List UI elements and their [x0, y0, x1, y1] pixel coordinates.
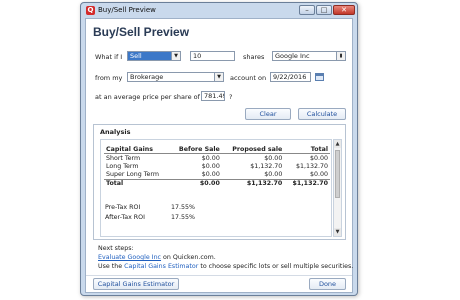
table-cell: $0.00	[169, 178, 222, 188]
window-title: Buy/Sell Preview	[98, 6, 156, 14]
table-row: Super Long Term $0.00 $0.00 $0.00	[104, 171, 330, 180]
table-cell: $0.00	[201, 154, 220, 162]
evaluate-security-link[interactable]: Evaluate Google Inc	[98, 254, 161, 261]
what-if-label: What if I	[95, 53, 123, 61]
column-header: Proposed sale	[221, 145, 285, 154]
close-button[interactable]: ✕	[333, 5, 355, 15]
page-title: Buy/Sell Preview	[93, 25, 190, 39]
security-selected-value: Google Inc	[273, 52, 337, 60]
next-steps-text: to choose specific lots or sell multiple…	[198, 263, 354, 270]
pretax-roi-row: Pre-Tax ROI 17.55%	[105, 204, 195, 211]
column-header: Before Sale	[169, 145, 222, 154]
chevron-down-icon[interactable]: ▼	[214, 73, 223, 81]
price-input[interactable]: 781.49	[201, 91, 225, 101]
analysis-content: Capital Gains Before Sale Proposed sale …	[100, 139, 332, 237]
dialog-body: Buy/Sell Preview What if I Sell ▼ 10 sha…	[85, 18, 353, 293]
table-cell: $0.00	[264, 154, 283, 162]
table-cell: Long Term	[106, 162, 139, 170]
table-cell: Short Term	[106, 154, 141, 162]
calendar-icon[interactable]	[315, 73, 324, 81]
action-dropdown[interactable]: Sell ▼	[127, 51, 181, 61]
aftertax-roi-row: After-Tax ROI 17.55%	[105, 214, 195, 221]
table-cell: $1,132.70	[295, 162, 328, 170]
scroll-down-icon[interactable]: ▼	[334, 228, 341, 236]
table-cell: $0.00	[309, 171, 328, 178]
account-on-label: account on	[230, 74, 267, 82]
footer-divider	[86, 275, 352, 276]
column-header: Total	[284, 145, 330, 154]
aftertax-roi-value: 17.55%	[171, 214, 196, 221]
table-cell: Total	[104, 178, 170, 188]
table-row: Long Term $0.00 $1,132.70 $1,132.70	[104, 162, 330, 171]
title-bar[interactable]: Q Buy/Sell Preview – □ ✕	[81, 3, 357, 18]
next-steps-text: on Quicken.com.	[161, 254, 216, 261]
next-steps-line-1: Evaluate Google Inc on Quicken.com.	[98, 254, 216, 261]
pretax-roi-label: Pre-Tax ROI	[105, 204, 141, 211]
table-cell: $0.00	[201, 162, 220, 170]
table-cell: $0.00	[201, 171, 220, 178]
date-input[interactable]: 9/22/2016	[270, 72, 311, 82]
table-header-row: Capital Gains Before Sale Proposed sale …	[104, 145, 330, 154]
analysis-heading: Analysis	[100, 128, 131, 136]
table-cell: $0.00	[264, 171, 283, 178]
aftertax-roi-label: After-Tax ROI	[105, 214, 145, 221]
table-cell: $1,132.70	[284, 178, 330, 188]
analysis-panel: Analysis Capital Gains Before Sale Propo…	[93, 124, 346, 240]
scrollbar-thumb[interactable]	[335, 150, 340, 198]
minimize-button[interactable]: –	[299, 5, 315, 15]
column-header: Capital Gains	[104, 145, 170, 154]
table-cell: $1,132.70	[221, 178, 285, 188]
table-cell: Super Long Term	[106, 171, 159, 178]
from-my-label: from my	[95, 74, 123, 82]
clear-button[interactable]: Clear	[245, 108, 291, 120]
quantity-input[interactable]: 10	[190, 51, 235, 61]
next-steps-line-2: Use the Capital Gains Estimator to choos…	[98, 263, 353, 270]
shares-label: shares	[243, 53, 265, 61]
buy-sell-preview-window: Q Buy/Sell Preview – □ ✕ Buy/Sell Previe…	[80, 2, 358, 296]
price-help-label: ?	[229, 93, 233, 101]
table-cell: $1,132.70	[250, 162, 283, 170]
average-price-label: at an average price per share of $	[95, 93, 207, 101]
next-steps-text: Use the	[98, 263, 125, 270]
calculate-button[interactable]: Calculate	[298, 108, 346, 120]
done-button[interactable]: Done	[309, 278, 346, 290]
security-picker-icon[interactable]: ▮	[336, 52, 345, 60]
action-selected-value: Sell	[128, 52, 172, 60]
table-total-row: Total $0.00 $1,132.70 $1,132.70	[104, 178, 330, 188]
capital-gains-table: Capital Gains Before Sale Proposed sale …	[104, 145, 330, 188]
account-selected-value: Brokerage	[128, 73, 215, 81]
analysis-scrollbar[interactable]: ▲ ▼	[333, 139, 342, 237]
table-cell: $0.00	[309, 154, 328, 162]
chevron-down-icon[interactable]: ▼	[171, 52, 180, 60]
pretax-roi-value: 17.55%	[171, 204, 196, 211]
account-dropdown[interactable]: Brokerage ▼	[127, 72, 224, 82]
table-row: Short Term $0.00 $0.00 $0.00	[104, 154, 330, 163]
capital-gains-estimator-button[interactable]: Capital Gains Estimator	[93, 278, 179, 290]
security-dropdown[interactable]: Google Inc ▮	[272, 51, 346, 61]
quicken-q-icon: Q	[86, 6, 95, 15]
next-steps-heading: Next steps:	[98, 245, 134, 252]
maximize-button[interactable]: □	[316, 5, 332, 15]
scroll-up-icon[interactable]: ▲	[334, 140, 341, 148]
capital-gains-estimator-link[interactable]: Capital Gains Estimator	[124, 263, 198, 270]
